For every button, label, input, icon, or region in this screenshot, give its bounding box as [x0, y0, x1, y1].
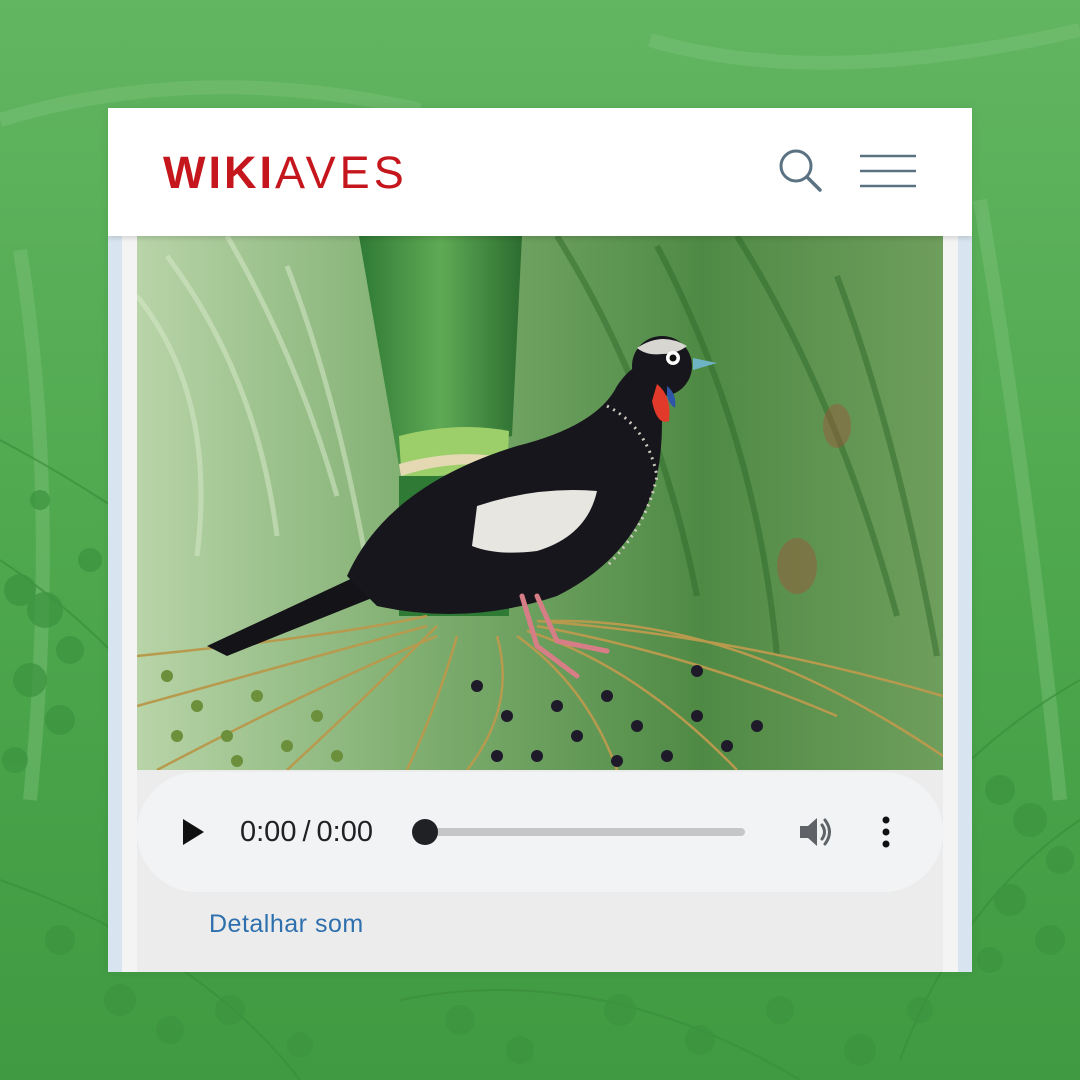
audio-time-display: 0:00/0:00	[240, 812, 373, 852]
mobile-page-frame: WIKI AVES 0:00 / 0:00 Detalhar som	[108, 108, 972, 972]
left-gutter	[108, 236, 122, 972]
hamburger-menu-icon[interactable]	[858, 148, 918, 194]
content-card: 0:00/0:00 Detalhar som	[122, 236, 958, 972]
detail-sound-link[interactable]: Detalhar som	[209, 910, 364, 939]
play-icon[interactable]	[179, 815, 207, 849]
volume-icon[interactable]	[796, 812, 836, 852]
more-options-icon[interactable]	[873, 812, 899, 852]
time-separator: /	[302, 816, 311, 848]
right-gutter	[958, 236, 972, 972]
bird-photo	[137, 236, 943, 770]
audio-section: 0:00/0:00 Detalhar som	[137, 770, 943, 972]
logo-light-text: AVES	[274, 146, 408, 198]
audio-progress-thumb[interactable]	[412, 819, 438, 845]
site-header: WIKI AVES	[108, 108, 972, 236]
current-time: 0:00	[240, 816, 297, 848]
duration: 0:00	[316, 816, 373, 848]
logo-bold-text: WIKI	[163, 146, 275, 198]
audio-player: 0:00/0:00	[137, 772, 943, 892]
wikiaves-logo[interactable]: WIKI AVES	[163, 144, 408, 200]
audio-progress-slider[interactable]	[412, 819, 745, 845]
search-icon[interactable]	[776, 146, 826, 196]
